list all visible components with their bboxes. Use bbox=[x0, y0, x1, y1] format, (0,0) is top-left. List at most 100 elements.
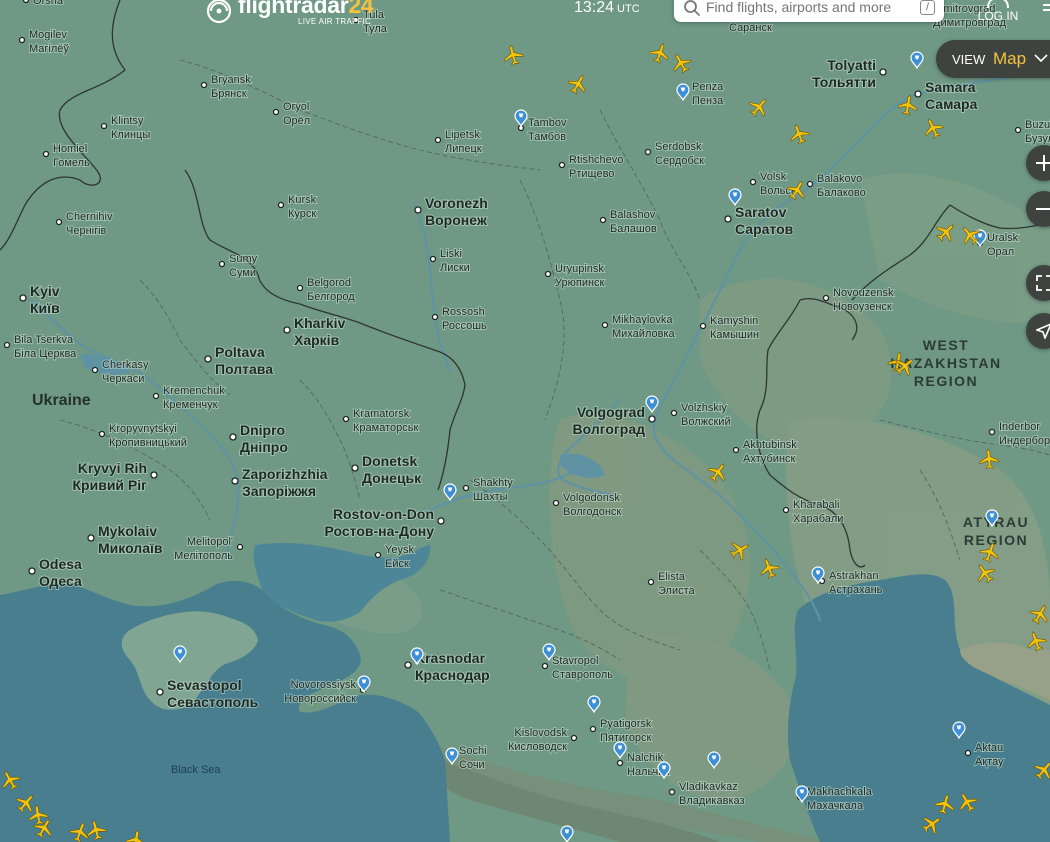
city-dot bbox=[462, 484, 470, 492]
city-name: Melitopol' bbox=[187, 536, 233, 548]
city-name: Kharkiv bbox=[294, 315, 346, 331]
city-native-name: Сердобск bbox=[655, 155, 704, 167]
city-name: Oryol bbox=[283, 101, 309, 113]
city-dot bbox=[601, 321, 609, 329]
city-native-name: Чернігів bbox=[66, 225, 107, 237]
city-name: Uryupinsk bbox=[555, 263, 604, 275]
city-name: Nalchik bbox=[627, 752, 664, 764]
city-dot bbox=[100, 122, 108, 130]
menu-icon[interactable] bbox=[1043, 4, 1050, 6]
search-box[interactable]: / bbox=[674, 0, 944, 22]
city-dot bbox=[749, 178, 757, 186]
city-label: PoltavaПолтава bbox=[204, 343, 274, 378]
city-dot bbox=[91, 366, 99, 374]
city-name: Elista bbox=[658, 571, 686, 583]
city-dot bbox=[152, 392, 160, 400]
city-native-name: Камышин bbox=[710, 329, 759, 341]
city-dot bbox=[283, 326, 291, 334]
city-name: Kremenchuk bbox=[163, 385, 225, 397]
city-dot bbox=[724, 215, 732, 223]
city-native-name: Кременчук bbox=[163, 399, 218, 411]
city-native-name: Київ bbox=[30, 300, 60, 316]
city-name: Volsk bbox=[760, 171, 787, 183]
city-name: Poltava bbox=[215, 344, 265, 360]
city-native-name: Бузулук bbox=[1025, 133, 1050, 145]
city-dot bbox=[570, 734, 578, 742]
city-name: Bryansk bbox=[211, 74, 251, 86]
city-name: Kharabali bbox=[793, 499, 839, 511]
city-native-name: Белгород bbox=[307, 291, 355, 303]
city-dot bbox=[1014, 126, 1022, 134]
city-name: Donetsk bbox=[362, 453, 417, 469]
city-native-name: Харків bbox=[294, 332, 340, 348]
city-native-name: Лиски bbox=[440, 262, 470, 274]
city-name: Homiel bbox=[53, 143, 87, 155]
flight-map[interactable]: Orsha Mogilev Магілёў Bryansk Брянск Oryol Орё… bbox=[0, 0, 1050, 842]
minus-icon bbox=[1036, 208, 1050, 210]
city-name: Akhtubinsk bbox=[743, 439, 797, 451]
city-name: Cherkasy bbox=[102, 359, 149, 371]
city-native-name: Брянск bbox=[211, 88, 247, 100]
city-label: Kryvyi RihКривий Ріг bbox=[72, 459, 158, 494]
city-dot bbox=[19, 294, 27, 302]
city-dot bbox=[782, 506, 790, 514]
city-name: Klintsy bbox=[111, 115, 144, 127]
city-native-name: Ростов-на-Дону bbox=[325, 523, 435, 539]
city-label: DonetskДонецьк bbox=[351, 452, 423, 487]
city-native-name: Кропивницький bbox=[109, 437, 187, 449]
city-native-name: Запоріжжя bbox=[242, 483, 316, 499]
search-icon bbox=[684, 0, 700, 16]
city-name: Samara bbox=[925, 79, 976, 95]
city-native-name: Ставрополь bbox=[552, 669, 613, 681]
city-dot bbox=[434, 136, 442, 144]
city-name: Vladikavkaz bbox=[679, 781, 738, 793]
city-name: Kamyshin bbox=[710, 315, 758, 327]
city-native-name: Владикавказ bbox=[679, 795, 745, 807]
city-native-name: Харабали bbox=[793, 513, 843, 525]
city-dot bbox=[218, 260, 226, 268]
city-dot bbox=[544, 270, 552, 278]
city-dot bbox=[988, 428, 996, 436]
city-label: ZaporizhzhiaЗапоріжжя bbox=[231, 465, 329, 500]
city-dot bbox=[670, 409, 678, 417]
city-dot bbox=[589, 725, 597, 733]
city-name: Uralsk bbox=[987, 232, 1019, 244]
city-native-name: Балаково bbox=[817, 187, 866, 199]
city-name: Liski bbox=[440, 248, 462, 260]
city-dot bbox=[647, 578, 655, 586]
city-dot bbox=[156, 688, 164, 696]
view-value: Map bbox=[993, 49, 1027, 68]
city-native-name: Элиста bbox=[658, 585, 696, 597]
city-dot bbox=[822, 294, 830, 302]
city-native-name: Суми bbox=[229, 267, 256, 279]
city-dot bbox=[342, 415, 350, 423]
city-name: Tambov bbox=[528, 117, 567, 129]
utc-clock: 13:24 UTC bbox=[574, 0, 640, 17]
city-dot bbox=[914, 90, 922, 98]
city-name: Stavropol bbox=[552, 655, 598, 667]
view-selector[interactable]: VIEW Map bbox=[936, 40, 1050, 78]
city-native-name: Михайловка bbox=[612, 328, 676, 340]
city-name: Zaporizhzhia bbox=[242, 466, 328, 482]
city-dot bbox=[668, 788, 676, 796]
city-native-name: Кривий Ріг bbox=[73, 477, 148, 493]
region-label: WEST bbox=[923, 337, 969, 353]
city-name: Buzuluk bbox=[1025, 119, 1050, 131]
country-label: Ukraine bbox=[32, 392, 91, 409]
city-name: Rostov-on-Don bbox=[333, 506, 434, 522]
logo-tagline: LIVE AIR TRAFFIC bbox=[298, 17, 372, 26]
city-name: Voronezh bbox=[425, 195, 488, 211]
city-name: Volgodonsk bbox=[563, 492, 620, 504]
city-native-name: Саратов bbox=[735, 221, 794, 237]
city-name: Krasnodar bbox=[415, 650, 486, 666]
city-dot bbox=[552, 499, 560, 507]
city-name: Makhachkala bbox=[807, 786, 873, 798]
search-input[interactable] bbox=[706, 0, 901, 17]
city-native-name: Біла Церква bbox=[14, 348, 77, 360]
city-native-name: Самара bbox=[925, 96, 978, 112]
radar-logo-icon bbox=[206, 0, 232, 24]
city-dot bbox=[28, 567, 36, 575]
city-dot bbox=[644, 148, 652, 156]
city-name: Rtishchevo bbox=[569, 154, 623, 166]
city-native-name: Волжский bbox=[681, 416, 731, 428]
